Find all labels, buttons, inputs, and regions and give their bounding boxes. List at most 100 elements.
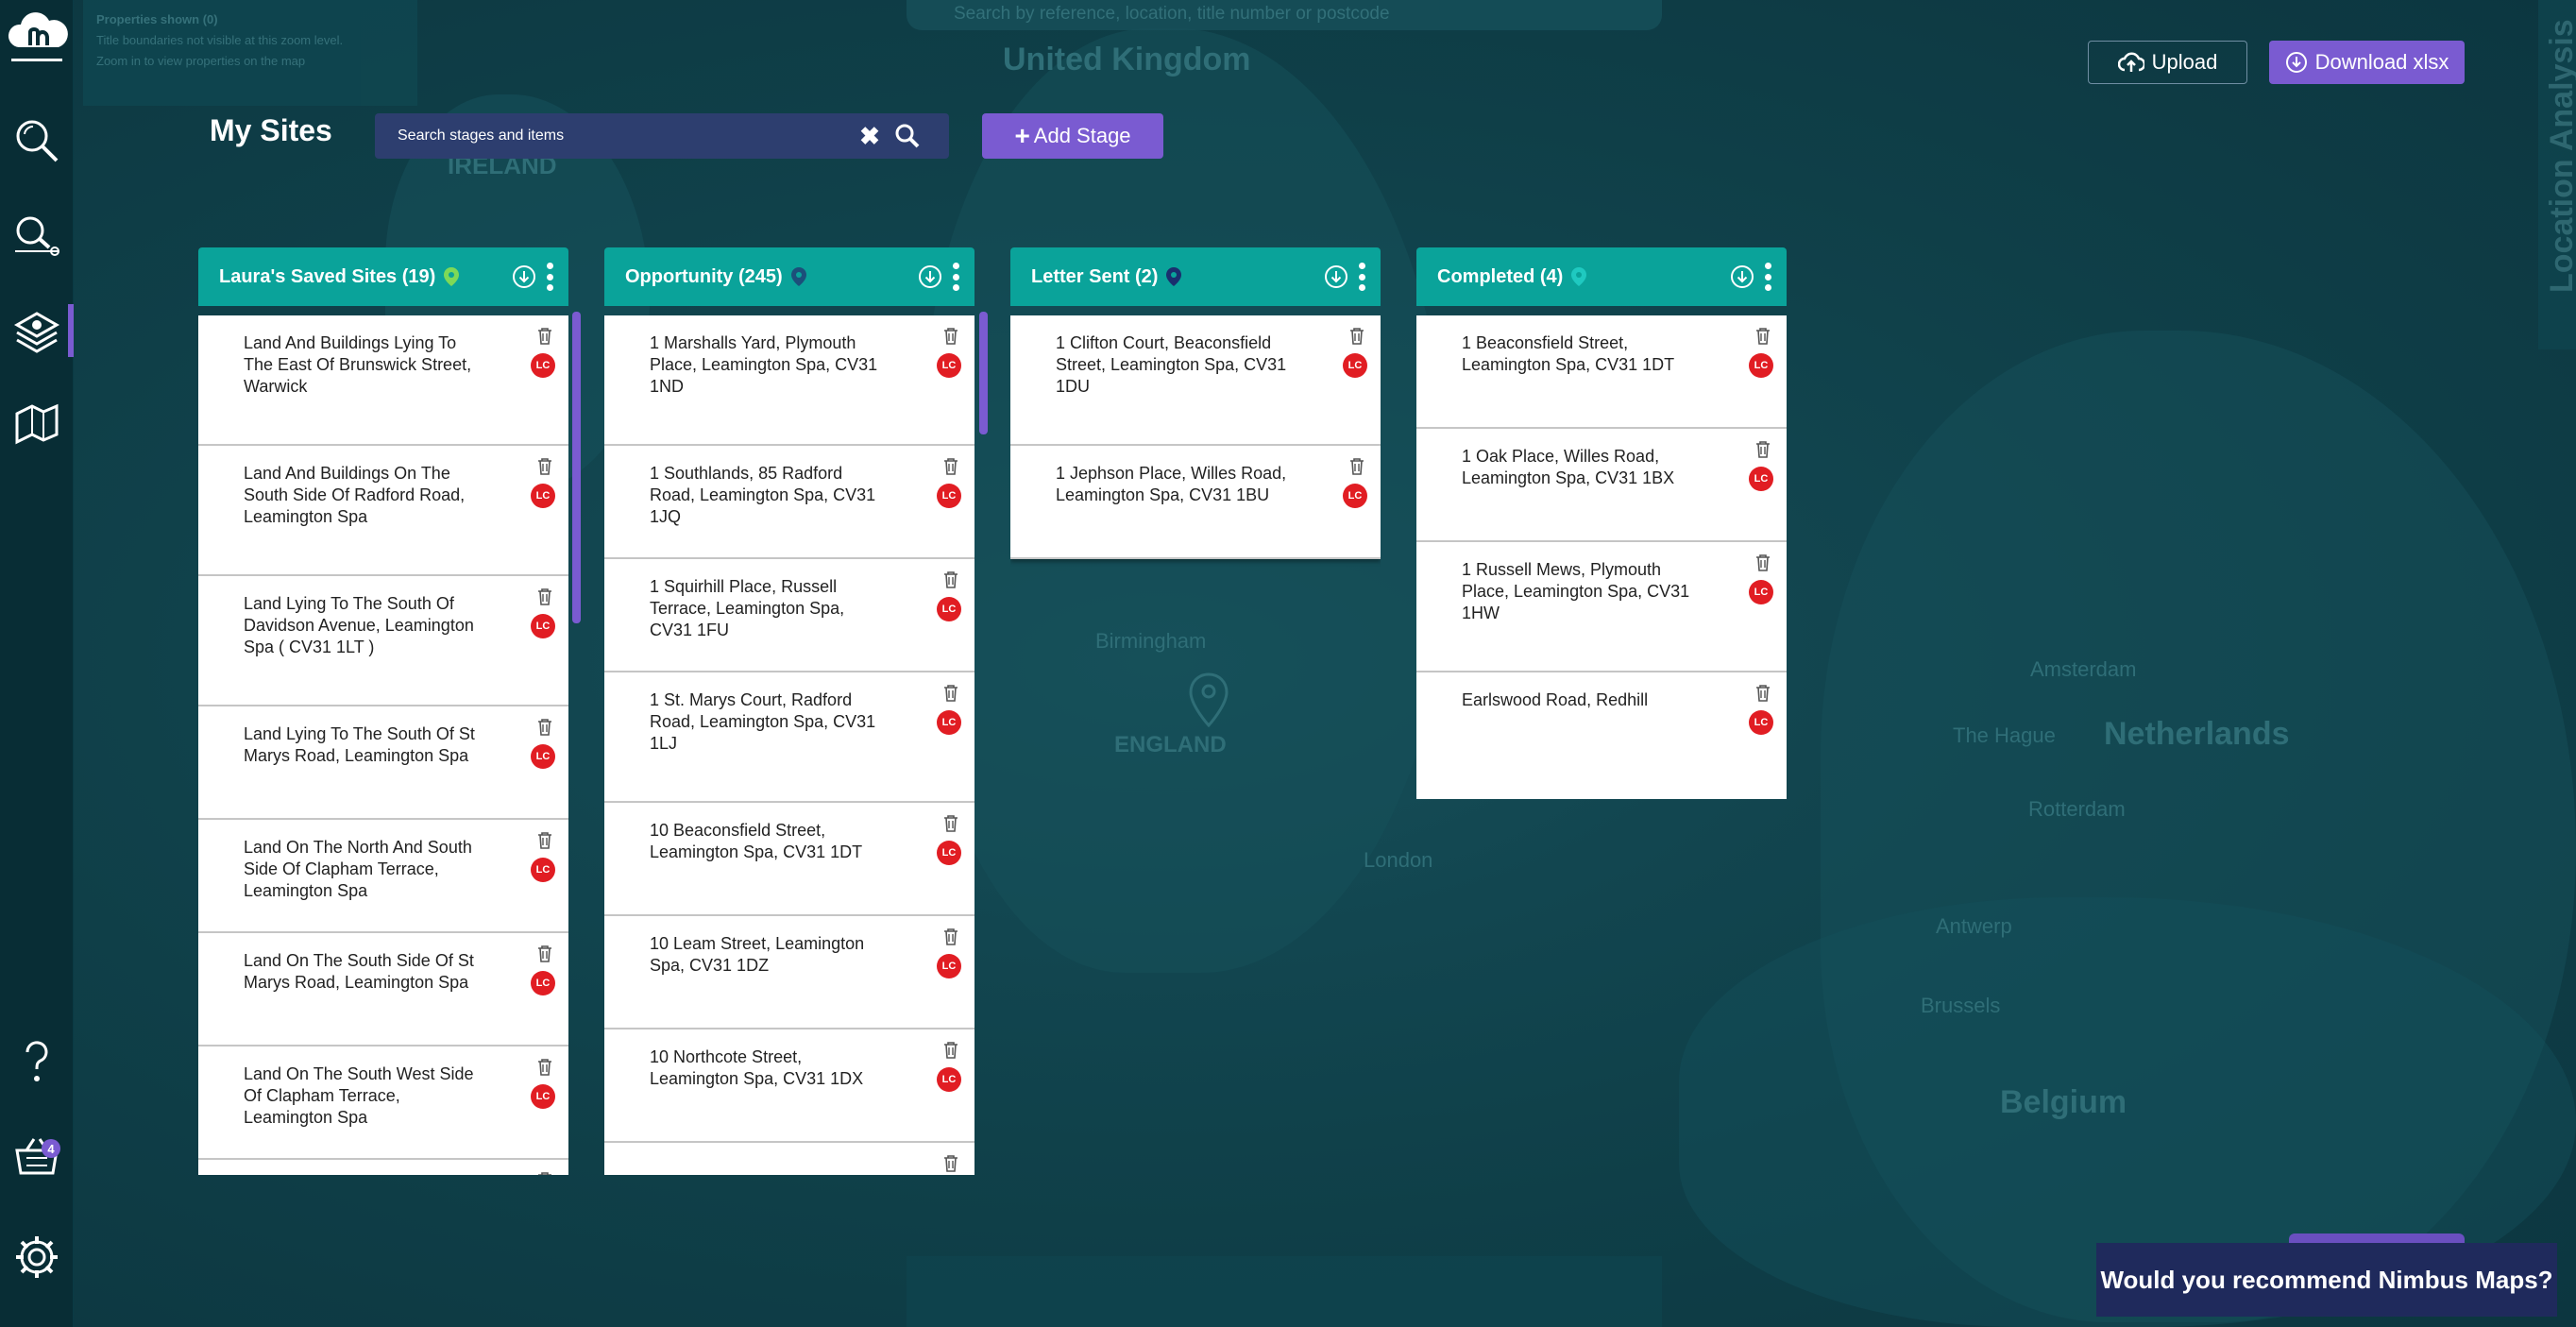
site-card[interactable]: 1 Russell Mews, Plymouth Place, Leamingt… <box>1416 542 1787 672</box>
lc-badge[interactable]: LC <box>937 1067 961 1092</box>
delete-icon[interactable] <box>1348 457 1365 476</box>
site-card[interactable]: 1 Marshalls Yard, Plymouth Place, Leamin… <box>604 315 974 446</box>
site-card[interactable]: 1 Oak Place, Willes Road, Leamington Spa… <box>1416 429 1787 542</box>
delete-icon[interactable] <box>536 457 553 476</box>
site-card[interactable]: Land Lying To The South Of St Marys Road… <box>198 706 568 820</box>
delete-icon[interactable] <box>942 327 959 346</box>
site-card[interactable]: 1 St. Marys Court, Radford Road, Leaming… <box>604 672 974 803</box>
lc-badge[interactable]: LC <box>1749 580 1773 604</box>
site-card[interactable]: 1 Squirhill Place, Russell Terrace, Leam… <box>604 559 974 672</box>
delete-icon[interactable] <box>942 1041 959 1060</box>
delete-icon[interactable] <box>942 457 959 476</box>
nimbus-logo[interactable] <box>6 6 68 64</box>
map-search-input[interactable]: Search by reference, location, title num… <box>907 0 1662 30</box>
lc-badge[interactable]: LC <box>1749 353 1773 378</box>
site-card[interactable]: 10 Northcote Street, Leamington Spa, CV3… <box>604 1029 974 1143</box>
location-pin-icon[interactable] <box>443 266 460 287</box>
delete-icon[interactable] <box>536 831 553 850</box>
site-card[interactable]: 1 Clifton Court, Beaconsfield Street, Le… <box>1010 315 1381 446</box>
site-card[interactable]: Land On The South Side Of St Marys Road,… <box>198 933 568 1046</box>
stage-card-list[interactable]: Land And Buildings Lying To The East Of … <box>198 315 568 1175</box>
delete-icon[interactable] <box>1754 440 1771 459</box>
help-icon[interactable] <box>8 1033 66 1092</box>
location-pin-icon[interactable] <box>1570 266 1587 287</box>
delete-icon[interactable] <box>536 1058 553 1077</box>
stage-header[interactable]: Laura's Saved Sites (19) <box>198 247 568 306</box>
location-pin-icon[interactable] <box>790 266 807 287</box>
lc-badge[interactable]: LC <box>1343 484 1367 508</box>
lc-badge[interactable]: LC <box>531 744 555 769</box>
delete-icon[interactable] <box>1348 327 1365 346</box>
site-card[interactable]: LC <box>198 1160 568 1175</box>
stage-header[interactable]: Letter Sent (2) <box>1010 247 1381 306</box>
delete-icon[interactable] <box>536 327 553 346</box>
stage-search-input[interactable]: Search stages and items ✖ <box>375 113 949 159</box>
delete-icon[interactable] <box>536 718 553 737</box>
delete-icon[interactable] <box>1754 553 1771 572</box>
site-card[interactable]: 1 Beaconsfield Street, Leamington Spa, C… <box>1416 315 1787 429</box>
site-card[interactable]: 10 Leam Street, Leamington Spa, CV31 1DZ… <box>604 916 974 1029</box>
basket-icon[interactable] <box>8 1128 66 1186</box>
lc-badge[interactable]: LC <box>531 1084 555 1109</box>
lc-badge[interactable]: LC <box>937 353 961 378</box>
lc-badge[interactable]: LC <box>531 614 555 638</box>
properties-shown[interactable]: Properties shown (0) <box>96 9 404 30</box>
delete-icon[interactable] <box>536 944 553 963</box>
delete-icon[interactable] <box>942 927 959 946</box>
stage-card-list[interactable]: 1 Beaconsfield Street, Leamington Spa, C… <box>1416 315 1787 799</box>
download-icon[interactable] <box>1324 264 1348 289</box>
lc-badge[interactable]: LC <box>1343 353 1367 378</box>
delete-icon[interactable] <box>1754 327 1771 346</box>
delete-icon[interactable] <box>942 570 959 589</box>
map-pin-icon[interactable] <box>1188 672 1229 727</box>
location-analysis-tab[interactable]: Location Analysis <box>2538 0 2576 349</box>
scrollbar[interactable] <box>979 312 988 434</box>
site-card[interactable]: Land And Buildings On The South Side Of … <box>198 446 568 576</box>
lc-badge[interactable]: LC <box>1749 710 1773 735</box>
site-card[interactable]: Earlswood Road, Redhill LC <box>1416 672 1787 799</box>
area-search-icon[interactable] <box>8 204 66 263</box>
settings-icon[interactable] <box>8 1228 66 1286</box>
site-card[interactable]: Land On The North And South Side Of Clap… <box>198 820 568 933</box>
delete-icon[interactable] <box>536 1171 553 1175</box>
site-card[interactable]: Land And Buildings Lying To The East Of … <box>198 315 568 446</box>
lc-badge[interactable]: LC <box>531 353 555 378</box>
location-pin-icon[interactable] <box>1165 266 1182 287</box>
site-card[interactable]: 10 Beaconsfield Street, Leamington Spa, … <box>604 803 974 916</box>
search-icon[interactable] <box>889 122 926 150</box>
stage-card-list[interactable]: 1 Marshalls Yard, Plymouth Place, Leamin… <box>604 315 974 1175</box>
search-icon[interactable] <box>8 111 66 170</box>
map-controls-bar[interactable] <box>907 1256 1662 1327</box>
download-icon[interactable] <box>1730 264 1754 289</box>
site-card[interactable]: Land Lying To The South Of Davidson Aven… <box>198 576 568 706</box>
delete-icon[interactable] <box>942 684 959 703</box>
lc-badge[interactable]: LC <box>937 841 961 865</box>
site-card[interactable]: 1 Jephson Place, Willes Road, Leamington… <box>1010 446 1381 559</box>
delete-icon[interactable] <box>942 1154 959 1173</box>
delete-icon[interactable] <box>1754 684 1771 703</box>
lc-badge[interactable]: LC <box>937 597 961 621</box>
lc-badge[interactable]: LC <box>937 954 961 978</box>
more-menu-icon[interactable] <box>1764 263 1771 291</box>
lc-badge[interactable]: LC <box>531 858 555 882</box>
more-menu-icon[interactable] <box>546 263 553 291</box>
lc-badge[interactable]: LC <box>937 710 961 735</box>
scrollbar[interactable] <box>572 312 581 623</box>
feedback-prompt[interactable]: Would you recommend Nimbus Maps? <box>2096 1243 2557 1317</box>
download-xlsx-button[interactable]: Download xlsx <box>2269 41 2465 84</box>
3d-map-icon[interactable] <box>8 395 66 453</box>
delete-icon[interactable] <box>942 814 959 833</box>
lc-badge[interactable]: LC <box>937 484 961 508</box>
stage-header[interactable]: Completed (4) <box>1416 247 1787 306</box>
clear-search-icon[interactable]: ✖ <box>851 122 889 151</box>
add-stage-button[interactable]: + Add Stage <box>982 113 1163 159</box>
more-menu-icon[interactable] <box>1358 263 1365 291</box>
lc-badge[interactable]: LC <box>1749 467 1773 491</box>
download-icon[interactable] <box>918 264 942 289</box>
site-card[interactable]: 1 Southlands, 85 Radford Road, Leamingto… <box>604 446 974 559</box>
lc-badge[interactable]: LC <box>531 484 555 508</box>
stage-card-list[interactable]: 1 Clifton Court, Beaconsfield Street, Le… <box>1010 315 1381 572</box>
download-icon[interactable] <box>512 264 536 289</box>
site-card[interactable]: LC <box>604 1143 974 1175</box>
stage-header[interactable]: Opportunity (245) <box>604 247 974 306</box>
